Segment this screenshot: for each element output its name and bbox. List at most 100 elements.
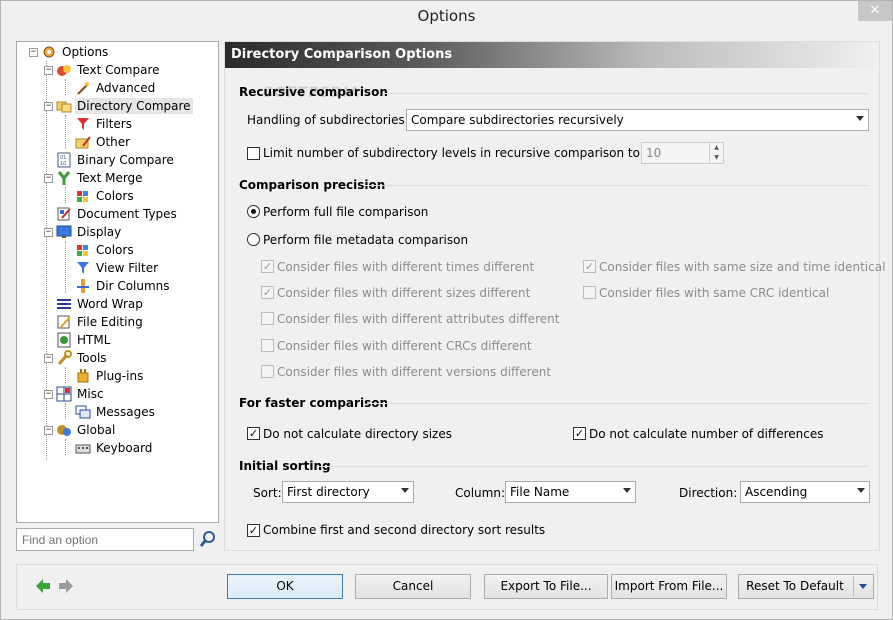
tree-item-keyboard[interactable]: Keyboard [75, 439, 154, 457]
tree-item-html[interactable]: HTML [56, 331, 112, 349]
tree-label: Display [77, 225, 122, 239]
handling-label: Handling of subdirectories: [247, 113, 409, 127]
divider [367, 403, 869, 404]
document-types-icon [56, 206, 72, 222]
limit-levels-label: Limit number of subdirectory levels in r… [263, 146, 640, 160]
handling-select[interactable]: Compare subdirectories recursively [406, 109, 869, 131]
tree-label: Word Wrap [77, 297, 143, 311]
misc-icon [56, 386, 72, 402]
spin-up-icon[interactable]: ▲ [709, 143, 723, 153]
tree-item-word-wrap[interactable]: Word Wrap [56, 295, 145, 313]
back-arrow-icon[interactable] [35, 578, 51, 594]
tree-item-other[interactable]: Other [75, 133, 132, 151]
column-select[interactable]: File Name [505, 481, 636, 503]
import-button[interactable]: Import From File... [611, 574, 727, 599]
tree-label: Filters [96, 117, 132, 131]
title-bar: Options ✕ [1, 1, 892, 32]
tree-item-global[interactable]: − Global [44, 421, 117, 439]
collapse-icon[interactable]: − [44, 227, 53, 237]
tree-item-display-colors[interactable]: Colors [75, 241, 136, 259]
collapse-icon[interactable]: − [44, 101, 53, 111]
direction-label: Direction: [679, 486, 738, 500]
pane-title: Directory Comparison Options [225, 42, 879, 68]
tree-item-merge-colors[interactable]: Colors [75, 187, 136, 205]
tree-label: Options [62, 45, 109, 59]
no-dir-sizes-checkbox[interactable]: ✓ [247, 427, 260, 440]
tree-item-options[interactable]: − Options [29, 43, 110, 61]
search-icon [199, 531, 215, 547]
reset-button[interactable]: Reset To Default [738, 574, 874, 599]
tree-label: Directory Compare [75, 98, 193, 114]
close-button[interactable]: ✕ [858, 1, 892, 21]
tree-label: Misc [77, 387, 104, 401]
tree-item-file-editing[interactable]: File Editing [56, 313, 145, 331]
options-tree[interactable]: − Options − Text Compare Advanced − Dire… [16, 41, 219, 523]
tree-item-filters[interactable]: Filters [75, 115, 134, 133]
window-title: Options [417, 7, 476, 25]
tree-item-misc[interactable]: − Misc [44, 385, 106, 403]
tree-item-text-merge[interactable]: − Text Merge [44, 169, 145, 187]
handling-value: Compare subdirectories recursively [411, 113, 624, 127]
full-comparison-radio[interactable] [247, 205, 260, 218]
tree-item-advanced[interactable]: Advanced [75, 79, 157, 97]
export-button[interactable]: Export To File... [484, 574, 608, 599]
ok-button[interactable]: OK [227, 574, 343, 599]
forward-arrow-icon[interactable] [58, 578, 74, 594]
collapse-icon[interactable]: − [44, 353, 53, 363]
search-button[interactable] [198, 528, 218, 550]
collapse-icon[interactable]: − [44, 173, 53, 183]
tree-label: Colors [96, 243, 134, 257]
collapse-icon[interactable]: − [44, 425, 53, 435]
tree-item-text-compare[interactable]: − Text Compare [44, 61, 162, 79]
column-value: File Name [510, 485, 570, 499]
limit-levels-checkbox[interactable] [247, 147, 260, 160]
tree-guide [65, 439, 66, 455]
html-icon [56, 332, 72, 348]
cancel-button[interactable]: Cancel [355, 574, 471, 599]
spin-down-icon[interactable]: ▼ [709, 153, 723, 163]
versions-different-checkbox[interactable] [261, 365, 274, 378]
options-window: Options ✕ − Options − Text Compare Advan… [0, 0, 893, 620]
tree-label: HTML [77, 333, 111, 347]
reset-label: Reset To Default [746, 579, 844, 593]
same-crc-checkbox[interactable] [583, 286, 596, 299]
tree-item-binary-compare[interactable]: 01 10 Binary Compare [56, 151, 176, 169]
no-diff-count-checkbox[interactable]: ✓ [573, 427, 586, 440]
section-precision: Comparison precision [239, 178, 386, 192]
combine-sort-checkbox[interactable]: ✓ [247, 524, 260, 537]
sort-value: First directory [287, 485, 370, 499]
limit-levels-spinner[interactable]: 10 ▲ ▼ [641, 142, 724, 164]
word-wrap-icon [56, 296, 72, 312]
folder-edit-icon [75, 134, 91, 150]
direction-select[interactable]: Ascending [740, 481, 870, 503]
search-input[interactable] [16, 528, 194, 551]
limit-levels-value: 10 [646, 146, 662, 160]
tree-item-directory-compare[interactable]: − Directory Compare [44, 97, 193, 115]
collapse-icon[interactable]: − [29, 47, 38, 57]
tree-item-dir-columns[interactable]: Dir Columns [75, 277, 172, 295]
global-icon [56, 422, 72, 438]
tree-item-document-types[interactable]: Document Types [56, 205, 179, 223]
tree-item-messages[interactable]: Messages [75, 403, 157, 421]
divider [383, 93, 869, 94]
messages-icon [75, 404, 91, 420]
same-size-time-checkbox[interactable]: ✓ [583, 260, 596, 273]
sizes-different-checkbox[interactable]: ✓ [261, 286, 274, 299]
binary-icon: 01 10 [56, 152, 72, 168]
metadata-comparison-label: Perform file metadata comparison [263, 233, 469, 247]
sort-select[interactable]: First directory [282, 481, 414, 503]
tree-label: Keyboard [96, 441, 153, 455]
dropdown-arrow-icon[interactable] [853, 576, 871, 597]
tree-item-tools[interactable]: − Tools [44, 349, 109, 367]
tree-item-plug-ins[interactable]: Plug-ins [75, 367, 145, 385]
tree-item-view-filter[interactable]: View Filter [75, 259, 160, 277]
collapse-icon[interactable]: − [44, 389, 53, 399]
collapse-icon[interactable]: − [44, 65, 53, 75]
tree-item-display[interactable]: − Display [44, 223, 123, 241]
crcs-different-checkbox[interactable] [261, 339, 274, 352]
full-comparison-label: Perform full file comparison [263, 205, 429, 219]
column-label: Column: [455, 486, 505, 500]
metadata-comparison-radio[interactable] [247, 233, 260, 246]
attributes-different-checkbox[interactable] [261, 312, 274, 325]
times-different-checkbox[interactable]: ✓ [261, 260, 274, 273]
